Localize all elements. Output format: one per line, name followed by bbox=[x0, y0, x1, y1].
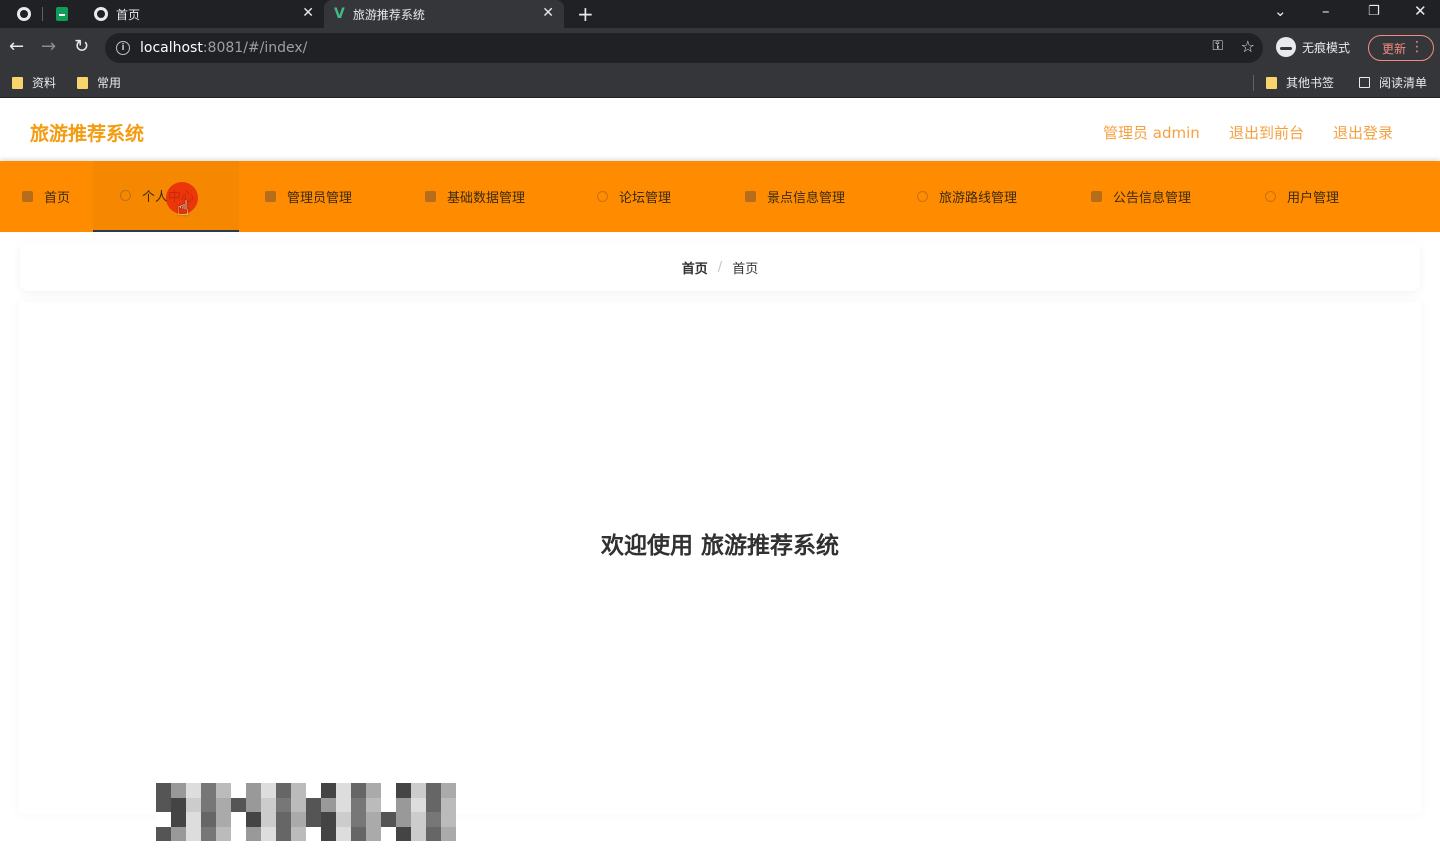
browser-tab-home[interactable]: 首页 ✕ bbox=[84, 0, 324, 28]
app-header: 旅游推荐系统 管理员 admin 退出到前台 退出登录 bbox=[0, 100, 1440, 161]
nav-item-routes[interactable]: 旅游路线管理 bbox=[889, 161, 1063, 232]
other-bookmarks-label: 其他书签 bbox=[1286, 76, 1335, 90]
close-icon[interactable]: ✕ bbox=[542, 5, 554, 21]
nav-item-attractions[interactable]: 景点信息管理 bbox=[717, 161, 889, 232]
logout-link[interactable]: 退出登录 bbox=[1333, 122, 1393, 143]
breadcrumb-item-current: 首页 bbox=[732, 261, 759, 277]
update-button[interactable]: 更新 ⋮ bbox=[1368, 35, 1434, 61]
address-bar[interactable]: i localhost:8081/#/index/ ⚿ ☆ bbox=[105, 33, 1263, 63]
nav-label: 基础数据管理 bbox=[447, 191, 526, 206]
browser-tab-bar: 首页 ✕ V 旅游推荐系统 ✕ + ⌄ – ❐ ✕ bbox=[0, 0, 1440, 28]
nav-label: 首页 bbox=[44, 191, 71, 206]
back-icon[interactable]: ← bbox=[9, 37, 24, 57]
nav-label: 用户管理 bbox=[1287, 191, 1340, 206]
update-label: 更新 bbox=[1382, 41, 1407, 56]
bookmark-separator bbox=[1253, 75, 1254, 91]
tab-separator bbox=[42, 7, 43, 21]
nav-item-forum[interactable]: 论坛管理 bbox=[569, 161, 717, 232]
nav-item-home[interactable]: 首页 bbox=[0, 161, 93, 232]
url-path: :8081/#/index/ bbox=[202, 40, 308, 56]
app-title: 旅游推荐系统 bbox=[30, 123, 145, 145]
bookmark-label: 资料 bbox=[32, 76, 57, 90]
sheets-icon bbox=[56, 7, 68, 21]
key-icon[interactable]: ⚿ bbox=[1212, 38, 1223, 54]
bookmark-folder[interactable]: 资料 bbox=[12, 74, 56, 91]
breadcrumb-separator: / bbox=[717, 259, 723, 275]
grid-icon bbox=[745, 191, 756, 202]
browser-tab-active[interactable]: V 旅游推荐系统 ✕ bbox=[324, 0, 564, 28]
incognito-icon bbox=[1276, 37, 1296, 57]
welcome-heading: 欢迎使用 旅游推荐系统 bbox=[600, 533, 839, 559]
vue-icon: V bbox=[334, 6, 345, 22]
home-icon bbox=[22, 191, 33, 202]
notice-icon bbox=[1091, 191, 1102, 202]
pixelated-overlay bbox=[156, 783, 456, 841]
folder-icon bbox=[425, 191, 436, 202]
nav-item-admin[interactable]: 管理员管理 bbox=[239, 161, 399, 232]
shield-icon bbox=[265, 191, 276, 202]
bookmark-folder[interactable]: 常用 bbox=[77, 74, 121, 91]
more-icon: ⋮ bbox=[1410, 39, 1424, 55]
user-icon bbox=[120, 190, 131, 201]
main-content: 欢迎使用 旅游推荐系统 bbox=[18, 302, 1422, 814]
users-icon bbox=[1265, 191, 1276, 202]
chevron-down-icon[interactable]: ⌄ bbox=[1274, 2, 1287, 20]
nav-label: 景点信息管理 bbox=[767, 191, 846, 206]
forward-icon[interactable]: → bbox=[41, 37, 56, 57]
folder-icon bbox=[12, 76, 23, 89]
info-icon[interactable]: i bbox=[116, 41, 130, 55]
nav-label: 公告信息管理 bbox=[1113, 191, 1192, 206]
reading-list-icon bbox=[1359, 77, 1370, 88]
browser-toolbar: ← → ↻ i localhost:8081/#/index/ ⚿ ☆ 无痕模式… bbox=[0, 28, 1440, 68]
incognito-label: 无痕模式 bbox=[1302, 40, 1351, 55]
reading-list-label: 阅读清单 bbox=[1379, 76, 1428, 90]
pinned-tab-globe[interactable] bbox=[13, 3, 35, 25]
new-tab-icon[interactable]: + bbox=[577, 2, 594, 26]
nav-item-notices[interactable]: 公告信息管理 bbox=[1063, 161, 1237, 232]
globe-icon bbox=[17, 7, 31, 21]
incognito-indicator[interactable]: 无痕模式 bbox=[1276, 37, 1350, 57]
admin-user-label[interactable]: 管理员 admin bbox=[1103, 122, 1200, 143]
nav-item-users[interactable]: 用户管理 bbox=[1237, 161, 1387, 232]
globe-icon bbox=[94, 7, 108, 21]
bookmark-label: 常用 bbox=[97, 76, 122, 90]
pinned-tab-sheets[interactable] bbox=[51, 3, 73, 25]
star-icon[interactable]: ☆ bbox=[1241, 37, 1255, 56]
route-icon bbox=[917, 191, 928, 202]
nav-label: 论坛管理 bbox=[619, 191, 672, 206]
other-bookmarks[interactable]: 其他书签 bbox=[1266, 74, 1334, 91]
reading-list[interactable]: 阅读清单 bbox=[1359, 74, 1427, 91]
url-host: localhost bbox=[140, 40, 203, 56]
nav-item-base-data[interactable]: 基础数据管理 bbox=[399, 161, 569, 232]
nav-label: 管理员管理 bbox=[287, 191, 353, 206]
tab-title: 旅游推荐系统 bbox=[352, 7, 425, 22]
window-close-icon[interactable]: ✕ bbox=[1414, 2, 1427, 20]
tab-title: 首页 bbox=[116, 7, 141, 22]
folder-icon bbox=[77, 76, 88, 89]
folder-icon bbox=[1266, 76, 1277, 89]
bookmarks-bar: 资料 常用 其他书签 阅读清单 bbox=[0, 68, 1440, 98]
hand-cursor-icon: ☝ bbox=[177, 196, 190, 220]
breadcrumb-item[interactable]: 首页 bbox=[682, 258, 708, 277]
breadcrumb: 首页 / 首页 bbox=[20, 243, 1420, 291]
url-text: localhost:8081/#/index/ bbox=[140, 40, 307, 56]
forum-icon bbox=[597, 191, 608, 202]
restore-icon[interactable]: ❐ bbox=[1368, 4, 1380, 19]
close-icon[interactable]: ✕ bbox=[302, 5, 314, 21]
nav-label: 旅游路线管理 bbox=[939, 191, 1018, 206]
exit-to-front-link[interactable]: 退出到前台 bbox=[1229, 122, 1304, 143]
main-nav: 首页 个人中心 管理员管理 基础数据管理 论坛管理 景点信息管理 旅游路线管理 … bbox=[0, 161, 1440, 232]
reload-icon[interactable]: ↻ bbox=[74, 37, 89, 57]
minimize-icon[interactable]: – bbox=[1322, 2, 1330, 20]
